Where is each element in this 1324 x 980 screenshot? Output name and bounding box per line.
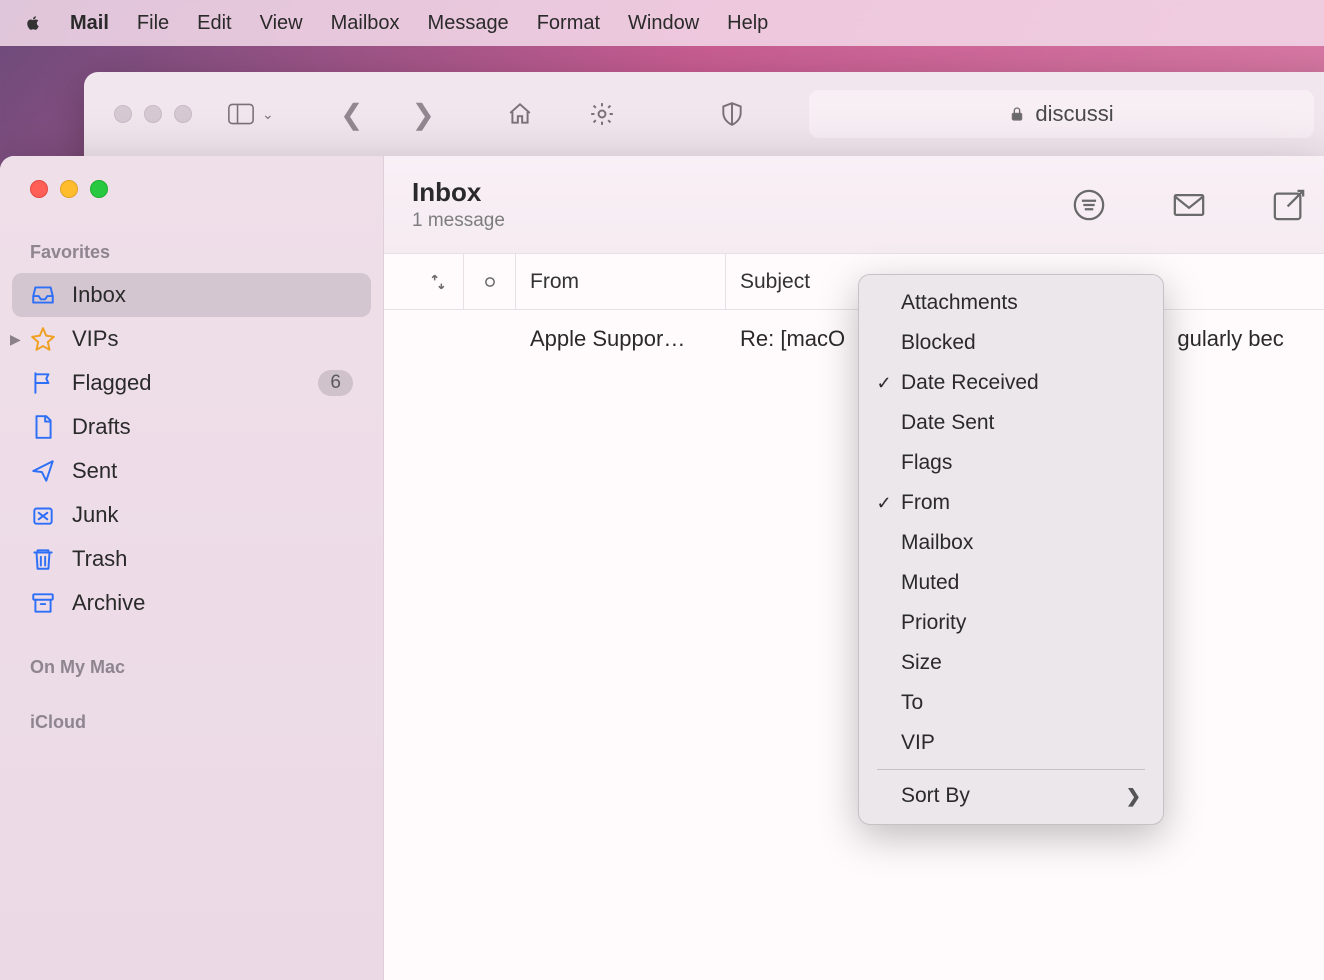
safari-sidebar-toggle-icon[interactable] (228, 101, 254, 127)
menu-edit[interactable]: Edit (197, 12, 231, 35)
sidebar-item-label: VIPs (72, 326, 118, 352)
document-icon (30, 414, 56, 440)
disclosure-triangle-icon[interactable]: ▶ (10, 331, 21, 348)
menu-item-to[interactable]: To (859, 683, 1163, 723)
inbox-icon (30, 282, 56, 308)
sidebar-item-label: Trash (72, 546, 127, 572)
message-from: Apple Suppor… (516, 326, 726, 352)
sidebar-item-vips[interactable]: ▶ VIPs (12, 317, 371, 361)
safari-traffic-lights (114, 105, 192, 123)
mail-sidebar: Favorites Inbox ▶ VIPs Flagged 6 Drafts … (0, 156, 384, 980)
menu-item-attachments[interactable]: Attachments (859, 283, 1163, 323)
message-count: 1 message (412, 210, 505, 232)
compose-icon[interactable] (1272, 188, 1306, 222)
sidebar-item-label: Drafts (72, 414, 131, 440)
safari-privacy-shield-icon[interactable] (719, 101, 745, 127)
sidebar-section-icloud: iCloud (12, 702, 371, 743)
chevron-right-icon: ❯ (1126, 786, 1141, 807)
mailbox-title: Inbox (412, 177, 505, 208)
menu-file[interactable]: File (137, 12, 169, 35)
checkmark-icon: ✓ (873, 493, 895, 514)
checkmark-icon: ✓ (873, 373, 895, 394)
sidebar-section-favorites: Favorites (12, 232, 371, 273)
sidebar-item-drafts[interactable]: Drafts (12, 405, 371, 449)
mail-toolbar: Inbox 1 message (384, 156, 1324, 254)
message-list-header: From Subject (384, 254, 1324, 310)
envelope-icon[interactable] (1172, 188, 1206, 222)
menu-item-blocked[interactable]: Blocked (859, 323, 1163, 363)
sidebar-item-flagged[interactable]: Flagged 6 (12, 361, 371, 405)
menu-window[interactable]: Window (628, 12, 699, 35)
sidebar-section-on-my-mac: On My Mac (12, 647, 371, 688)
junk-icon (30, 502, 56, 528)
menu-format[interactable]: Format (537, 12, 600, 35)
sidebar-item-label: Sent (72, 458, 117, 484)
flag-icon (30, 370, 56, 396)
menu-item-date-received[interactable]: ✓Date Received (859, 363, 1163, 403)
filter-icon[interactable] (1072, 188, 1106, 222)
mail-zoom-button[interactable] (90, 180, 108, 198)
menu-item-flags[interactable]: Flags (859, 443, 1163, 483)
safari-tab-dropdown-icon[interactable]: ⌄ (262, 106, 276, 123)
safari-address-bar[interactable]: discussi (809, 90, 1314, 138)
menu-item-sort-by[interactable]: Sort By❯ (859, 776, 1163, 816)
safari-settings-icon[interactable] (589, 101, 615, 127)
menu-item-vip[interactable]: VIP (859, 723, 1163, 763)
archive-icon (30, 590, 56, 616)
menu-mailbox[interactable]: Mailbox (331, 12, 400, 35)
apple-logo-icon[interactable] (24, 14, 42, 32)
menu-item-mailbox[interactable]: Mailbox (859, 523, 1163, 563)
menu-item-muted[interactable]: Muted (859, 563, 1163, 603)
trash-icon (30, 546, 56, 572)
safari-url-text: discussi (1035, 101, 1113, 127)
menu-separator (877, 769, 1145, 770)
sidebar-item-sent[interactable]: Sent (12, 449, 371, 493)
menu-item-date-sent[interactable]: Date Sent (859, 403, 1163, 443)
read-status-column[interactable] (464, 254, 516, 309)
sidebar-item-label: Junk (72, 502, 118, 528)
safari-minimize-button[interactable] (144, 105, 162, 123)
sidebar-item-label: Inbox (72, 282, 126, 308)
menu-item-from[interactable]: ✓From (859, 483, 1163, 523)
sidebar-item-inbox[interactable]: Inbox (12, 273, 371, 317)
menu-item-priority[interactable]: Priority (859, 603, 1163, 643)
safari-back-button[interactable]: ❮ (340, 98, 363, 131)
message-row[interactable]: Apple Suppor… Re: [macO gularly bec (384, 310, 1324, 368)
menu-item-size[interactable]: Size (859, 643, 1163, 683)
menu-view[interactable]: View (260, 12, 303, 35)
mail-minimize-button[interactable] (60, 180, 78, 198)
menu-message[interactable]: Message (428, 12, 509, 35)
sort-indicator-column[interactable] (412, 254, 464, 309)
sidebar-item-label: Archive (72, 590, 145, 616)
menu-help[interactable]: Help (727, 12, 768, 35)
mail-traffic-lights (12, 180, 371, 198)
lock-icon (1009, 106, 1025, 122)
sidebar-item-label: Flagged (72, 370, 152, 396)
macos-menubar: Mail File Edit View Mailbox Message Form… (0, 0, 1324, 46)
safari-home-icon[interactable] (507, 101, 533, 127)
safari-zoom-button[interactable] (174, 105, 192, 123)
mail-main-pane: Inbox 1 message From Subject Apple Suppo… (384, 156, 1324, 980)
mail-close-button[interactable] (30, 180, 48, 198)
safari-forward-button[interactable]: ❯ (411, 98, 434, 131)
from-column-header[interactable]: From (516, 254, 726, 309)
safari-toolbar: ⌄ ❮ ❯ discussi (84, 72, 1324, 156)
sidebar-item-archive[interactable]: Archive (12, 581, 371, 625)
mail-window: Favorites Inbox ▶ VIPs Flagged 6 Drafts … (0, 156, 1324, 980)
menu-app-name[interactable]: Mail (70, 12, 109, 35)
column-context-menu: Attachments Blocked ✓Date Received Date … (858, 274, 1164, 825)
safari-close-button[interactable] (114, 105, 132, 123)
star-icon (30, 326, 56, 352)
flagged-badge: 6 (318, 370, 353, 396)
sidebar-item-junk[interactable]: Junk (12, 493, 371, 537)
paper-plane-icon (30, 458, 56, 484)
sidebar-item-trash[interactable]: Trash (12, 537, 371, 581)
